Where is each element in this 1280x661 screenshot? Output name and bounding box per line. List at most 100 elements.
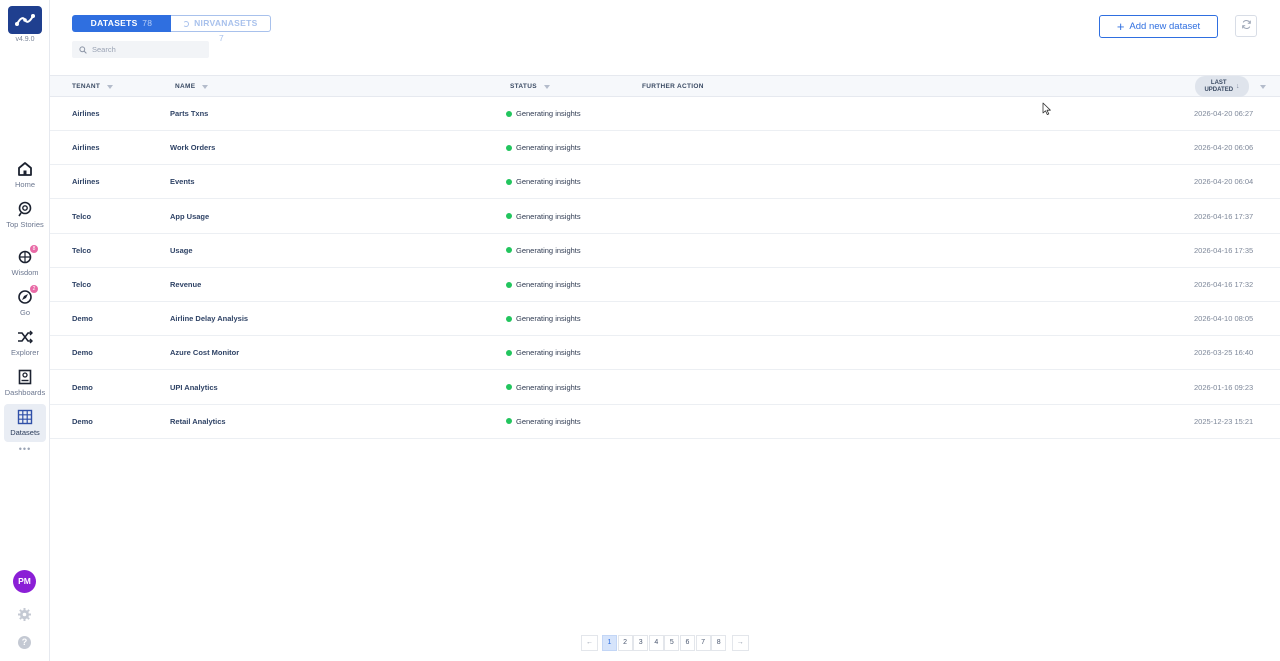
explorer-icon — [16, 328, 34, 346]
status-cell: Generating insights — [506, 131, 581, 164]
filter-icon[interactable] — [107, 84, 114, 89]
table-row[interactable]: Airlines Parts Txns Generating insights 202… — [50, 97, 1280, 131]
tab-count: 7 — [218, 33, 225, 43]
status-dot-icon — [506, 384, 512, 391]
status-dot-icon — [506, 418, 512, 425]
tab-label: NIRVANASETS — [194, 18, 258, 28]
app-version: v4.9.0 — [15, 36, 35, 43]
tenant-cell: Demo — [72, 416, 93, 426]
last-updated-cell: 2026-04-16 17:32 — [1194, 280, 1254, 289]
sidebar-item-dashboards[interactable]: Dashboards — [4, 368, 46, 406]
dataset-name-link[interactable]: App Usage — [170, 200, 209, 233]
sidebar-item-home[interactable]: Home — [4, 160, 46, 198]
dataset-name-link[interactable]: Retail Analytics — [170, 405, 226, 438]
dataset-name-link[interactable]: Parts Txns — [170, 97, 208, 130]
dataset-name-link[interactable]: Azure Cost Monitor — [170, 336, 239, 369]
tab-count: 78 — [142, 18, 153, 28]
table-row[interactable]: Demo Azure Cost Monitor Generating insight… — [50, 336, 1280, 371]
sidebar-item-explorer[interactable]: Explorer — [4, 328, 46, 366]
status-dot-icon — [506, 247, 512, 254]
top-stories-icon — [16, 200, 34, 218]
refresh-icon — [1241, 17, 1252, 35]
column-header-name[interactable]: NAME — [175, 76, 209, 97]
sidebar-item-label: Explorer — [11, 348, 39, 357]
help-icon[interactable]: ? — [18, 636, 31, 649]
status-cell: Generating insights — [506, 200, 581, 233]
sidebar-item-datasets[interactable]: Datasets — [4, 404, 46, 442]
pagination-page-button[interactable]: 8 — [711, 635, 727, 651]
pagination-page-button[interactable]: 3 — [633, 635, 649, 651]
search-input[interactable] — [92, 45, 202, 54]
status-text: Generating insights — [516, 177, 581, 187]
column-label-line: UPDATED — [1204, 86, 1234, 93]
column-label-line: LAST — [1210, 79, 1227, 86]
sidebar-item-label: Go — [19, 308, 30, 317]
status-dot-icon — [506, 281, 512, 288]
tenant-cell: Airlines — [72, 109, 100, 118]
pagination-page-button[interactable]: 5 — [664, 635, 680, 651]
status-dot-icon — [506, 349, 512, 356]
sidebar-item-wisdom[interactable]: 8 Wisdom — [4, 245, 46, 286]
tab-nirvanasets[interactable]: NIRVANASETS 7 — [171, 15, 271, 43]
logo-icon — [15, 14, 35, 26]
pagination-page-button[interactable]: 1 — [602, 635, 617, 651]
column-header-last-updated[interactable]: LAST UPDATED ↓ — [1195, 76, 1249, 97]
sidebar-item-label: Datasets — [10, 428, 40, 437]
table-row[interactable]: Demo UPI Analytics Generating insights 2026… — [50, 371, 1280, 405]
column-header-status[interactable]: STATUS — [510, 76, 550, 97]
last-updated-cell: 2026-04-16 17:37 — [1194, 211, 1254, 221]
user-avatar[interactable]: PM — [13, 570, 36, 593]
filter-icon[interactable] — [202, 84, 209, 89]
sidebar-item-label: Wisdom — [11, 268, 39, 277]
table-row[interactable]: Telco Usage Generating insights 2026-04-16 … — [50, 234, 1280, 268]
table-row[interactable]: Demo Airline Delay Analysis Generating ins… — [50, 302, 1280, 337]
status-dot-icon — [506, 213, 512, 220]
status-dot-icon — [506, 144, 512, 151]
pagination-page-button[interactable]: 4 — [648, 635, 664, 651]
gear-icon[interactable] — [17, 607, 32, 622]
sidebar-item-label: Dashboards — [4, 388, 46, 397]
status-text: Generating insights — [516, 416, 581, 426]
status-text: Generating insights — [516, 314, 581, 324]
pagination-page-button[interactable]: 6 — [679, 635, 695, 651]
app-logo[interactable] — [8, 6, 42, 34]
more-menu-icon[interactable]: ••• — [0, 444, 50, 454]
refresh-button[interactable] — [1235, 15, 1257, 37]
pagination-next-button[interactable]: → — [731, 635, 749, 651]
dataset-name-link[interactable]: Events — [170, 165, 195, 198]
status-text: Generating insights — [516, 109, 581, 118]
table-row[interactable]: Telco App Usage Generating insights 2026-04… — [50, 200, 1280, 234]
pagination-prev-button[interactable]: ← — [581, 635, 598, 651]
table-row[interactable]: Airlines Events Generating insights 2026-04… — [50, 165, 1280, 200]
pagination-page-button[interactable]: 2 — [617, 635, 633, 651]
dataset-name-link[interactable]: Work Orders — [170, 131, 215, 164]
tab-datasets[interactable]: DATASETS 78 — [72, 15, 171, 32]
column-label: TENANT — [72, 83, 101, 90]
filter-icon[interactable] — [543, 84, 550, 89]
dataset-name-link[interactable]: Revenue — [170, 268, 201, 301]
home-icon — [16, 160, 34, 178]
tenant-cell: Telco — [72, 245, 92, 255]
dataset-name-link[interactable]: Usage — [170, 234, 193, 267]
pagination: ← 1 2 3 4 5 6 7 8 → — [581, 635, 749, 651]
table-row[interactable]: Demo Retail Analytics Generating insights 2… — [50, 405, 1280, 439]
dataset-name-link[interactable]: UPI Analytics — [170, 371, 218, 404]
table-row[interactable]: Telco Revenue Generating insights 2026-04-1… — [50, 268, 1280, 302]
sidebar-item-go[interactable]: 2 Go — [4, 285, 46, 326]
status-cell: Generating insights — [506, 234, 581, 267]
column-label: FURTHER ACTION — [642, 83, 704, 90]
filter-icon[interactable] — [1260, 85, 1266, 89]
table-row[interactable]: Airlines Work Orders Generating insights 20… — [50, 131, 1280, 166]
column-header-further-action: FURTHER ACTION — [642, 76, 704, 97]
dataset-name-link[interactable]: Airline Delay Analysis — [170, 302, 248, 335]
sidebar-item-top-stories[interactable]: Top Stories — [4, 200, 46, 238]
status-cell: Generating insights — [506, 302, 581, 335]
go-icon: 2 — [16, 285, 38, 306]
pagination-page-button[interactable]: 7 — [695, 635, 711, 651]
sidebar-item-label: Home — [14, 180, 35, 189]
last-updated-cell: 2026-03-25 16:40 — [1194, 348, 1254, 358]
column-header-tenant[interactable]: TENANT — [72, 76, 114, 97]
table-header: TENANT NAME STATUS FURTHER ACTION LAST U… — [50, 75, 1280, 97]
add-new-dataset-button[interactable]: + Add new dataset — [1099, 15, 1218, 38]
last-updated-cell: 2026-04-20 06:27 — [1194, 109, 1254, 118]
